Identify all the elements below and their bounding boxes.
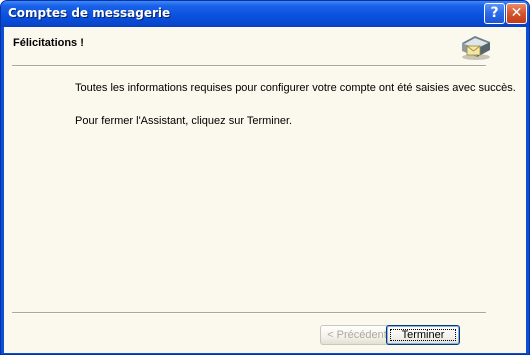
title-bar[interactable]: Comptes de messagerie ? ✕ [1,1,529,27]
help-button[interactable]: ? [484,3,505,24]
wizard-page-title: Félicitations ! [13,37,84,49]
window-title: Comptes de messagerie [8,6,171,20]
finish-button[interactable]: Terminer [386,325,460,345]
dialog-window: Comptes de messagerie ? ✕ Félicitations … [0,0,530,355]
close-icon: ✕ [510,5,523,21]
previous-button[interactable]: < Précédent [320,325,394,345]
footer-divider [12,312,486,314]
finish-button-label: Terminer [401,329,445,341]
header-divider [12,65,486,67]
previous-button-label: < Précédent [327,329,387,341]
success-message: Toutes les informations requises pour co… [75,82,516,94]
mail-account-icon [462,36,490,60]
help-icon: ? [490,5,499,21]
close-instruction: Pour fermer l'Assistant, cliquez sur Ter… [75,115,293,127]
dialog-client-area: Félicitations ! Toutes les informations … [4,27,526,353]
close-button[interactable]: ✕ [506,3,527,24]
